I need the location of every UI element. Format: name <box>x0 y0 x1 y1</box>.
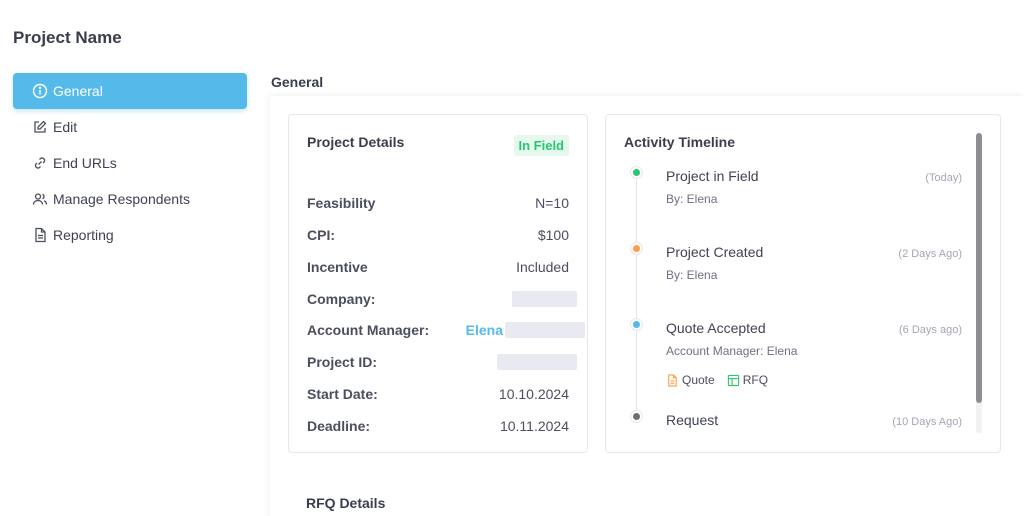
timeline-event-name: Request <box>666 412 719 428</box>
timeline-dot <box>631 243 642 254</box>
detail-label: Project ID: <box>307 354 378 370</box>
timeline-scrollbar-thumb[interactable] <box>976 133 982 403</box>
info-icon <box>32 83 48 99</box>
sidebar-item-label: Manage Respondents <box>53 191 190 207</box>
detail-row-company: Company: <box>307 289 577 309</box>
sidebar-item-edit[interactable]: Edit <box>13 109 247 145</box>
status-badge: In Field <box>513 135 569 156</box>
detail-label: Start Date: <box>307 386 378 402</box>
timeline-event-head: Project in Field (Today) <box>666 168 962 184</box>
timeline-scrollbar[interactable] <box>976 133 982 433</box>
timeline-event-name: Project in Field <box>666 168 759 184</box>
sidebar-item-label: General <box>53 83 103 99</box>
timeline-event-time: (Today) <box>925 172 962 184</box>
timeline-event-name: Project Created <box>666 244 764 260</box>
timeline-event-time: (6 Days ago) <box>899 324 962 336</box>
sidebar-item-label: Edit <box>53 119 78 135</box>
project-details-title: Project Details <box>307 134 405 150</box>
timeline-dot <box>631 319 642 330</box>
sidebar-nav: General Edit End URLs Manage Respondents… <box>13 73 247 253</box>
timeline-dot <box>631 411 642 422</box>
page-title: Project Name <box>13 28 122 47</box>
detail-row-deadline: Deadline: 10.11.2024 <box>307 416 569 436</box>
timeline-line <box>636 177 637 417</box>
detail-value: N=10 <box>535 195 569 211</box>
users-icon <box>32 191 48 207</box>
detail-value: 10.11.2024 <box>499 418 569 434</box>
redacted-project-id <box>497 354 577 370</box>
activity-timeline-title: Activity Timeline <box>624 134 736 150</box>
timeline-attachments: Quote RFQ <box>666 373 768 387</box>
attachment-label: Quote <box>682 373 715 387</box>
detail-label: CPI: <box>307 227 335 243</box>
account-manager-link[interactable]: Elena <box>466 322 503 338</box>
sidebar-item-general[interactable]: General <box>13 73 247 109</box>
general-panel: Project Details In Field Feasibility N=1… <box>270 96 1024 516</box>
sidebar-item-manage-respondents[interactable]: Manage Respondents <box>13 181 247 217</box>
detail-row-cpi: CPI: $100 <box>307 225 569 245</box>
detail-label: Feasibility <box>307 195 376 211</box>
timeline-event-time: (10 Days Ago) <box>892 416 962 428</box>
timeline-event-time: (2 Days Ago) <box>898 248 962 260</box>
table-icon <box>727 374 739 386</box>
timeline-event-sub: Account Manager: Elena <box>666 344 798 358</box>
project-details-card: Project Details In Field Feasibility N=1… <box>288 114 588 453</box>
timeline-event-name: Quote Accepted <box>666 320 766 336</box>
detail-value: Included <box>516 259 569 275</box>
redacted-company-value <box>512 291 577 307</box>
sidebar-item-end-urls[interactable]: End URLs <box>13 145 247 181</box>
detail-row-feasibility: Feasibility N=10 <box>307 193 569 213</box>
rfq-details-title: RFQ Details <box>306 495 386 511</box>
redacted-manager-value <box>505 322 585 338</box>
rfq-attachment[interactable]: RFQ <box>727 373 768 387</box>
timeline-event-sub: By: Elena <box>666 268 718 282</box>
file-icon <box>668 373 677 387</box>
timeline-dot <box>631 167 642 178</box>
timeline-event-head: Quote Accepted (6 Days ago) <box>666 320 962 336</box>
account-manager-value: Elena <box>466 322 585 338</box>
detail-row-project-id: Project ID: <box>307 352 577 372</box>
detail-row-incentive: Incentive Included <box>307 257 569 277</box>
activity-timeline-card: Activity Timeline Project in Field (Toda… <box>605 114 1001 453</box>
edit-icon <box>32 119 48 135</box>
detail-label: Deadline: <box>307 418 371 434</box>
detail-label: Company: <box>307 291 376 307</box>
timeline-event-head: Request (10 Days Ago) <box>666 412 962 428</box>
sidebar-item-label: End URLs <box>53 155 117 171</box>
sidebar-item-label: Reporting <box>53 227 114 243</box>
document-icon <box>32 227 48 243</box>
detail-value: 10.10.2024 <box>498 386 569 402</box>
detail-label: Incentive <box>307 259 368 275</box>
section-title: General <box>271 74 324 90</box>
attachment-label: RFQ <box>742 373 769 387</box>
detail-value: $100 <box>537 227 569 243</box>
detail-label: Account Manager: <box>307 322 430 338</box>
sidebar-item-reporting[interactable]: Reporting <box>13 217 247 253</box>
link-icon <box>32 155 48 171</box>
detail-row-start-date: Start Date: 10.10.2024 <box>307 384 569 404</box>
timeline-event-sub: By: Elena <box>666 192 718 206</box>
timeline-event-head: Project Created (2 Days Ago) <box>666 244 962 260</box>
detail-row-account-manager: Account Manager: Elena <box>307 320 585 340</box>
quote-attachment[interactable]: Quote <box>666 373 715 387</box>
